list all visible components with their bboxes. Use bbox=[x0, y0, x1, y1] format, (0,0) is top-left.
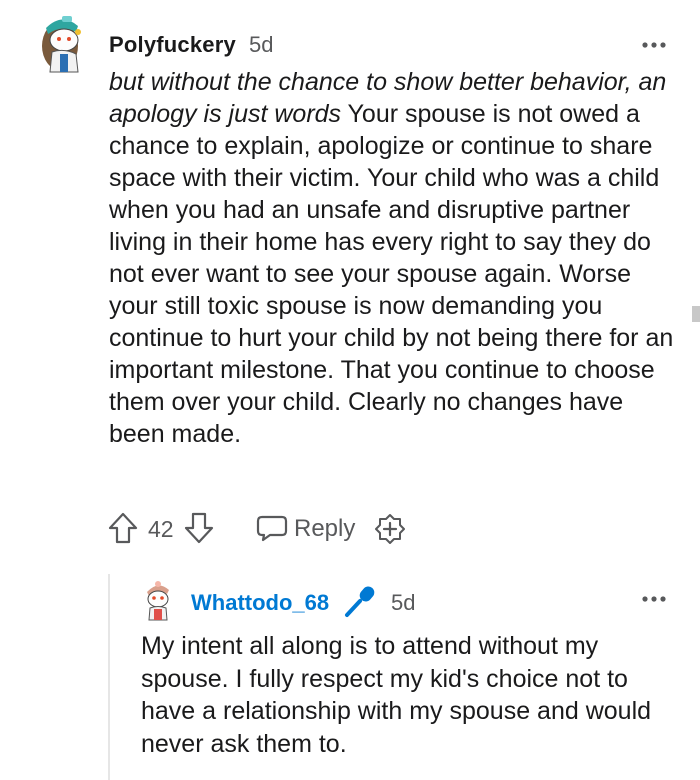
upvote-arrow-icon[interactable] bbox=[108, 512, 138, 544]
thread-line[interactable] bbox=[108, 574, 110, 780]
avatar[interactable] bbox=[141, 580, 175, 622]
comment-body: but without the chance to show better be… bbox=[109, 66, 679, 450]
microphone-icon bbox=[345, 586, 375, 617]
award-plus-icon[interactable] bbox=[374, 513, 406, 545]
downvote-arrow-icon[interactable] bbox=[184, 512, 214, 544]
comment-age: 5d bbox=[249, 32, 274, 57]
reply-author[interactable]: Whattodo_68 bbox=[191, 590, 329, 616]
speech-bubble-icon[interactable] bbox=[256, 514, 288, 542]
scroll-indicator bbox=[692, 306, 700, 322]
more-options-icon[interactable] bbox=[640, 40, 668, 50]
vote-score: 42 bbox=[148, 516, 174, 542]
comment-text: Your spouse is not owed a chance to expl… bbox=[109, 100, 674, 448]
reply-age: 5d bbox=[391, 590, 416, 615]
comment-actions: 42 Reply bbox=[108, 510, 428, 546]
comment-author[interactable]: Polyfuckery bbox=[109, 32, 236, 58]
reply-button[interactable]: Reply bbox=[294, 515, 355, 543]
more-options-icon[interactable] bbox=[640, 594, 668, 604]
avatar[interactable] bbox=[38, 14, 86, 76]
reply-body: My intent all along is to attend without… bbox=[141, 632, 652, 758]
